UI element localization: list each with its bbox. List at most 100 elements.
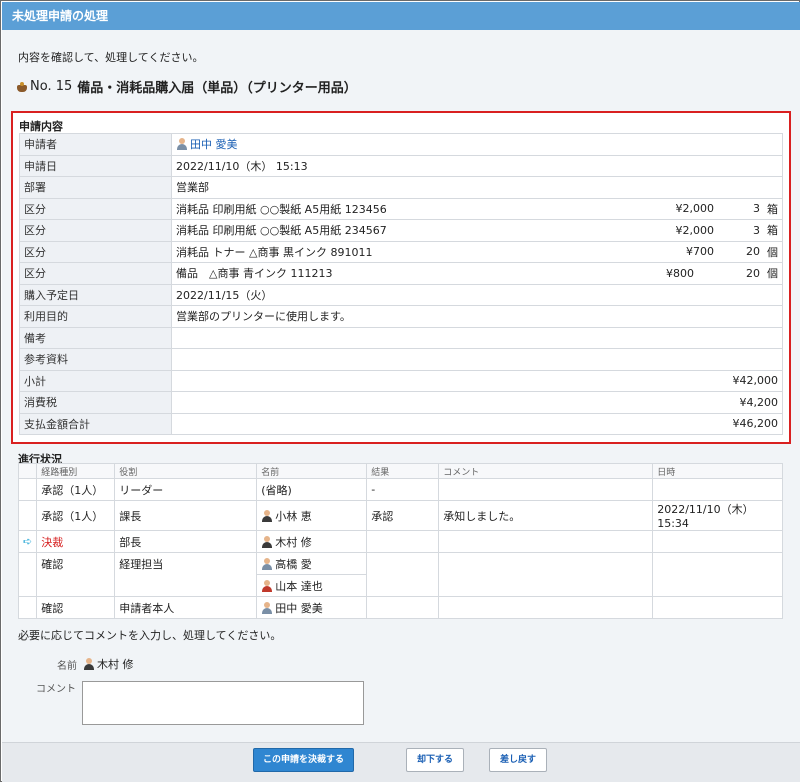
item-description: 消耗品 印刷用紙 ○○製紙 A5用紙 123456	[176, 202, 387, 216]
item-quantity: 20	[746, 266, 760, 280]
datetime	[652, 478, 783, 501]
role: 申請者本人	[114, 596, 258, 619]
column-header: コメント	[438, 463, 654, 479]
table-row: 確認 申請者本人 田中 愛美	[17, 596, 783, 619]
user-icon	[261, 535, 273, 548]
item-label: 区分	[19, 197, 172, 220]
datetime: 2022/11/10（木） 15:34	[652, 500, 783, 531]
comment	[438, 552, 654, 575]
return-button[interactable]: 差し戻す	[489, 748, 547, 772]
approve-button[interactable]: この申請を決裁する	[253, 748, 354, 772]
table-row: 区分 消耗品 トナー △商事 黒インク 891011 ¥700 20 個	[19, 240, 783, 263]
item-label: 区分	[19, 262, 172, 285]
table-row: 区分 備品 △商事 青インク 111213 ¥800 20 個	[19, 262, 783, 285]
role: 部長	[114, 530, 258, 553]
table-row: 小計 ¥42,000	[19, 369, 783, 392]
window-frame: 未処理申請の処理 内容を確認して、処理してください。 No. 15 備品・消耗品…	[0, 0, 800, 782]
request-number: No. 15	[30, 79, 73, 94]
route-type: 承認（1人）	[36, 500, 116, 531]
approver-name: 田中 愛美	[275, 601, 323, 615]
page-heading: No. 15 備品・消耗品購入届（単品）（プリンター用品）	[16, 77, 357, 96]
role	[114, 574, 258, 597]
column-header: 日時	[652, 463, 783, 479]
item-description: 備品 △商事 青インク 111213	[176, 267, 333, 281]
role: リーダー	[114, 478, 258, 501]
date-label: 申請日	[19, 154, 172, 177]
table-row: 申請日 2022/11/10（木） 15:13	[19, 154, 783, 177]
table-row: ➪ 決裁 部長 木村 修	[17, 530, 783, 553]
tax-label: 消費税	[19, 391, 172, 414]
comment	[438, 596, 654, 619]
department-value: 営業部	[171, 176, 783, 199]
subtotal-value: ¥42,000	[171, 369, 783, 392]
reject-button[interactable]: 却下する	[406, 748, 464, 772]
result	[366, 552, 440, 575]
user-icon	[261, 601, 273, 614]
item-quantity: 3	[753, 223, 760, 237]
result	[366, 574, 440, 597]
table-row: 山本 達也	[17, 574, 783, 597]
column-header: 経路種別	[36, 463, 116, 479]
item-price: ¥800	[666, 266, 694, 280]
comment	[438, 530, 654, 553]
route-type: 決裁	[36, 530, 116, 553]
route-type	[36, 574, 116, 597]
table-row: 備考	[19, 326, 783, 349]
user-icon	[176, 138, 188, 151]
applicant-label: 申請者	[19, 133, 172, 156]
applicant-link[interactable]: 田中 愛美	[190, 138, 238, 151]
applicant-value: 田中 愛美	[171, 133, 783, 156]
approver-name: 山本 達也	[275, 579, 323, 593]
processor-name: 木村 修	[97, 658, 134, 671]
progress-table: 経路種別 役割 名前 結果 コメント 日時 承認（1人） リーダー (省略) -…	[17, 463, 783, 619]
item-unit: 箱	[767, 224, 778, 238]
role: 課長	[114, 500, 258, 531]
references-value	[171, 348, 783, 371]
approver-name: (省略)	[256, 478, 368, 501]
purpose-label: 利用目的	[19, 305, 172, 328]
request-details-panel: 申請内容 申請者 田中 愛美 申請日 2022/11/10（木） 15:13 部…	[11, 111, 791, 444]
notes-label: 備考	[19, 326, 172, 349]
total-label: 支払金額合計	[19, 412, 172, 435]
tax-value: ¥4,200	[171, 391, 783, 414]
table-row: 部署 営業部	[19, 176, 783, 199]
purchase-date-label: 購入予定日	[19, 283, 172, 306]
table-row: 承認（1人） リーダー (省略) -	[17, 478, 783, 501]
column-header: 結果	[366, 463, 440, 479]
route-type: 確認	[36, 552, 116, 575]
item-unit: 個	[767, 245, 778, 259]
window-title: 未処理申請の処理	[2, 2, 800, 30]
item-unit: 箱	[767, 202, 778, 216]
item-unit: 個	[767, 267, 778, 281]
item-label: 区分	[19, 219, 172, 242]
pot-icon	[16, 81, 28, 93]
item-price: ¥700	[686, 245, 714, 259]
result	[366, 596, 440, 619]
references-label: 参考資料	[19, 348, 172, 371]
action-footer: この申請を決裁する 却下する 差し戻す	[2, 742, 800, 782]
table-row: 支払金額合計 ¥46,200	[19, 412, 783, 435]
date-value: 2022/11/10（木） 15:13	[171, 154, 783, 177]
comment	[438, 478, 654, 501]
item-price: ¥2,000	[675, 202, 715, 216]
table-header-row: 経路種別 役割 名前 結果 コメント 日時	[17, 463, 783, 479]
comment: 承知しました。	[438, 500, 654, 531]
route-type: 承認（1人）	[36, 478, 116, 501]
name-label: 名前	[57, 661, 77, 672]
comment-textarea[interactable]	[82, 681, 364, 725]
purpose-value: 営業部のプリンターに使用します。	[171, 305, 783, 328]
column-header: 役割	[114, 463, 258, 479]
item-label: 区分	[19, 240, 172, 263]
item-quantity: 20	[746, 245, 760, 259]
name-value: 木村 修	[83, 656, 134, 672]
notes-value	[171, 326, 783, 349]
table-row: 申請者 田中 愛美	[19, 133, 783, 156]
user-icon	[261, 579, 273, 592]
request-form-title: 備品・消耗品購入届（単品）（プリンター用品）	[77, 81, 357, 96]
result	[366, 530, 440, 553]
approver-name: 高橋 愛	[275, 557, 312, 571]
column-header: 名前	[256, 463, 368, 479]
table-row: 確認 経理担当 高橋 愛	[17, 552, 783, 575]
table-row: 区分 消耗品 印刷用紙 ○○製紙 A5用紙 123456 ¥2,000 3 箱	[19, 197, 783, 220]
user-icon	[83, 658, 95, 670]
